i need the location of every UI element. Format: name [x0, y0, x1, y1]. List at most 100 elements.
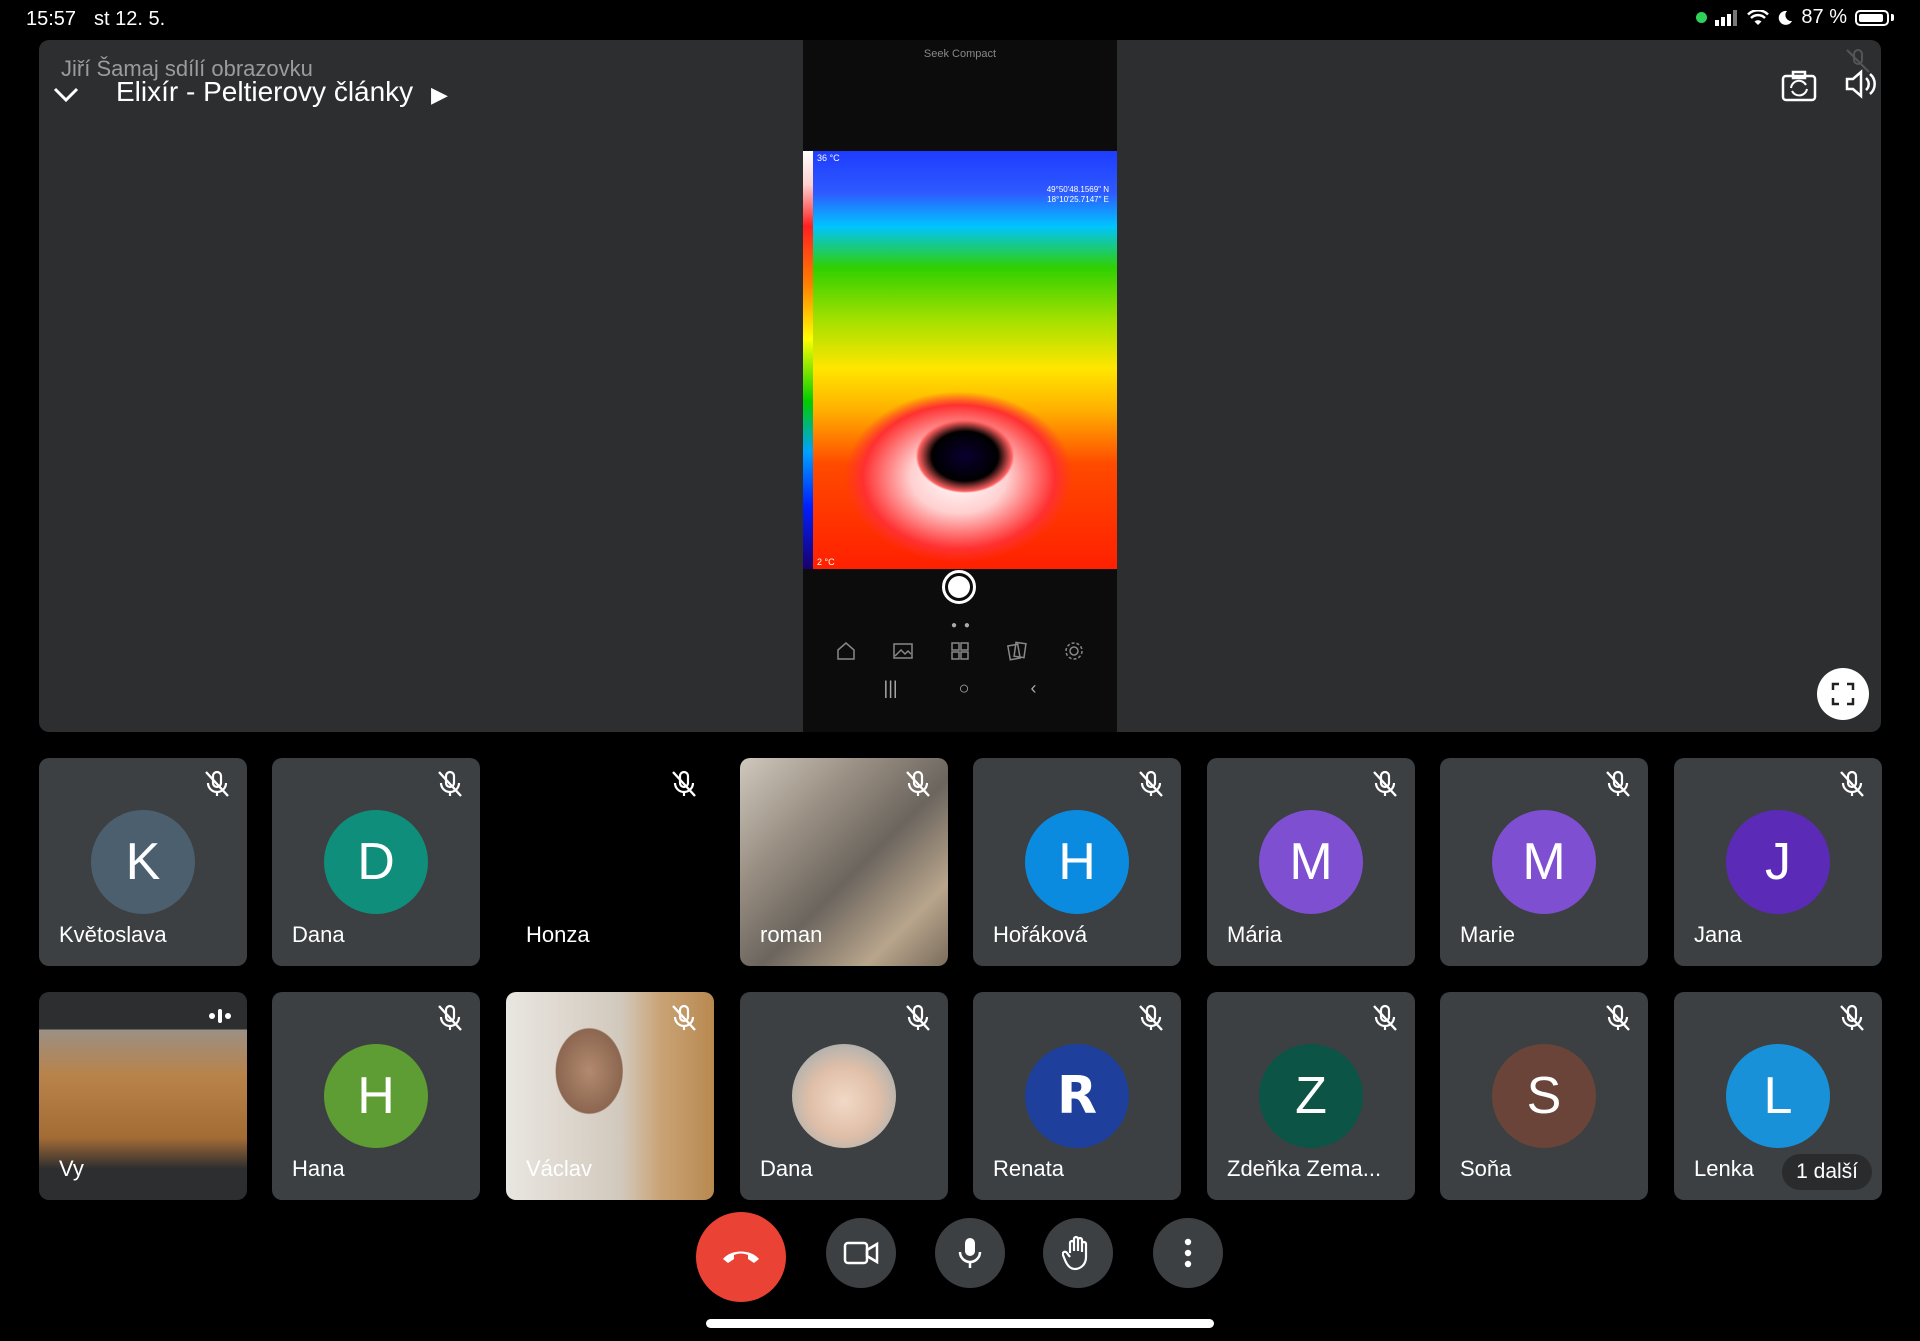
- participant-name: Soňa: [1460, 1156, 1512, 1181]
- participant-tile[interactable]: R Renata: [973, 992, 1181, 1200]
- status-bar: 15:57 st 12. 5. 87 %: [0, 0, 1920, 38]
- avatar: S: [1492, 1044, 1596, 1148]
- participant-tile[interactable]: H Hana: [272, 992, 480, 1200]
- heatmap: [813, 151, 1117, 569]
- participant-name: Lenka: [1694, 1156, 1754, 1181]
- raise-hand-button[interactable]: [1043, 1218, 1113, 1288]
- raise-hand-icon: [1062, 1235, 1088, 1271]
- fullscreen-button[interactable]: [1817, 668, 1869, 720]
- avatar: D: [324, 810, 428, 914]
- participant-name: Václav: [526, 1156, 593, 1181]
- mic-off-icon: [1135, 768, 1167, 800]
- mic-off-icon: [1369, 768, 1401, 800]
- participant-tile[interactable]: M Marie: [1440, 758, 1648, 966]
- participant-tile[interactable]: D Dana: [272, 758, 480, 966]
- mic-off-icon: [1602, 1002, 1634, 1034]
- stage-top-bar: Elixír - Peltierovy články ▶: [39, 70, 1881, 120]
- mic-toggle-button[interactable]: [935, 1218, 1005, 1288]
- participant-tile[interactable]: H Hořáková: [973, 758, 1181, 966]
- fullscreen-icon: [1831, 682, 1855, 706]
- avatar-photo: [792, 1044, 896, 1148]
- participant-video-tile[interactable]: Václav: [506, 992, 714, 1200]
- participant-name: Marie: [1460, 922, 1516, 947]
- participant-name: Renata: [993, 1156, 1064, 1181]
- back-icon: ‹: [1030, 678, 1037, 698]
- mic-off-icon: [668, 768, 700, 800]
- avatar: J: [1726, 810, 1830, 914]
- app-brand: Seek Compact: [923, 48, 997, 60]
- participant-tile[interactable]: K Květoslava: [39, 758, 247, 966]
- participant-tile[interactable]: J Jana: [1674, 758, 1882, 966]
- gps-lon: 18°10'25.7147" E: [1047, 195, 1109, 204]
- more-options-button[interactable]: [1153, 1218, 1223, 1288]
- mic-off-icon: [668, 1002, 700, 1034]
- gps-lat: 49°50'48.1569" N: [1046, 185, 1109, 194]
- mic-off-icon: [201, 768, 233, 800]
- participant-name: Mária: [1227, 922, 1283, 947]
- home-indicator: [706, 1319, 1214, 1328]
- avatar: K: [91, 810, 195, 914]
- speaker-icon[interactable]: [1841, 64, 1881, 104]
- participant-name: Dana: [292, 922, 345, 947]
- status-indicators: 87 %: [1696, 6, 1894, 29]
- shared-screen: Seek Compact 36 °C 2 °C 49°50'48.1569" N…: [803, 40, 1117, 732]
- chevron-down-icon[interactable]: [47, 76, 85, 114]
- participant-name: Honza: [526, 922, 590, 947]
- signal-icon: [1715, 9, 1738, 26]
- avatar: Z: [1259, 1044, 1363, 1148]
- participant-tile[interactable]: M Mária: [1207, 758, 1415, 966]
- thermal-image: 36 °C 2 °C 49°50'48.1569" N 18°10'25.714…: [803, 151, 1117, 569]
- mic-off-icon: [902, 768, 934, 800]
- temperature-scale: [803, 151, 813, 569]
- avatar-logo: R: [1025, 1044, 1129, 1148]
- grid-icon: [951, 642, 969, 660]
- home-icon: [836, 642, 855, 660]
- title-arrow-icon[interactable]: ▶: [431, 82, 448, 108]
- mic-off-icon: [434, 768, 466, 800]
- android-nav-bar: ||| ○ ‹: [803, 678, 1117, 699]
- battery-icon: [1855, 9, 1889, 26]
- home-circle-icon: ○: [958, 678, 970, 698]
- meeting-title[interactable]: Elixír - Peltierovy články: [116, 76, 413, 108]
- gallery-icon: [893, 643, 913, 659]
- participant-tile[interactable]: Dana: [740, 992, 948, 1200]
- cards-icon: [1007, 641, 1027, 661]
- avatar: H: [324, 1044, 428, 1148]
- participant-name: Jana: [1694, 922, 1742, 947]
- participant-name: Dana: [760, 1156, 813, 1181]
- participant-video-tile[interactable]: roman: [740, 758, 948, 966]
- camera-flip-icon[interactable]: [1779, 66, 1819, 106]
- app-toolbar: [803, 640, 1117, 662]
- mic-off-icon: [1836, 1002, 1868, 1034]
- participant-name: Květoslava: [59, 922, 167, 947]
- status-date: st 12. 5.: [94, 8, 166, 30]
- participant-name: Hořáková: [993, 922, 1088, 947]
- speaking-indicator-icon: [209, 1009, 231, 1023]
- battery-tip: [1891, 14, 1894, 21]
- participant-tile[interactable]: L Lenka 1 další: [1674, 992, 1882, 1200]
- status-time: 15:57: [26, 8, 77, 30]
- end-call-button[interactable]: [696, 1212, 786, 1302]
- self-video-tile[interactable]: Vy: [39, 992, 247, 1200]
- avatar: H: [1025, 810, 1129, 914]
- participant-tile[interactable]: Honza: [506, 758, 714, 966]
- participant-tile[interactable]: S Soňa: [1440, 992, 1648, 1200]
- shutter-button: [942, 570, 976, 604]
- mic-off-icon: [1135, 1002, 1167, 1034]
- temp-low-label: 2 °C: [817, 557, 835, 567]
- camera-toggle-button[interactable]: [826, 1218, 896, 1288]
- participant-tile[interactable]: Z Zdeňka Zema...: [1207, 992, 1415, 1200]
- mic-off-icon: [902, 1002, 934, 1034]
- battery-percent: 87 %: [1801, 6, 1847, 28]
- more-participants-button[interactable]: 1 další: [1782, 1154, 1872, 1190]
- participant-name: Hana: [292, 1156, 345, 1181]
- avatar: L: [1726, 1044, 1830, 1148]
- recents-icon: |||: [883, 678, 898, 698]
- camera-in-use-dot-icon: [1696, 12, 1708, 23]
- temp-high-label: 36 °C: [817, 153, 840, 163]
- participant-name: roman: [760, 922, 823, 947]
- gps-coordinates: 49°50'48.1569" N 18°10'25.7147" E: [1047, 185, 1109, 205]
- mic-off-icon: [434, 1002, 466, 1034]
- avatar: M: [1259, 810, 1363, 914]
- end-call-icon: [723, 1251, 759, 1263]
